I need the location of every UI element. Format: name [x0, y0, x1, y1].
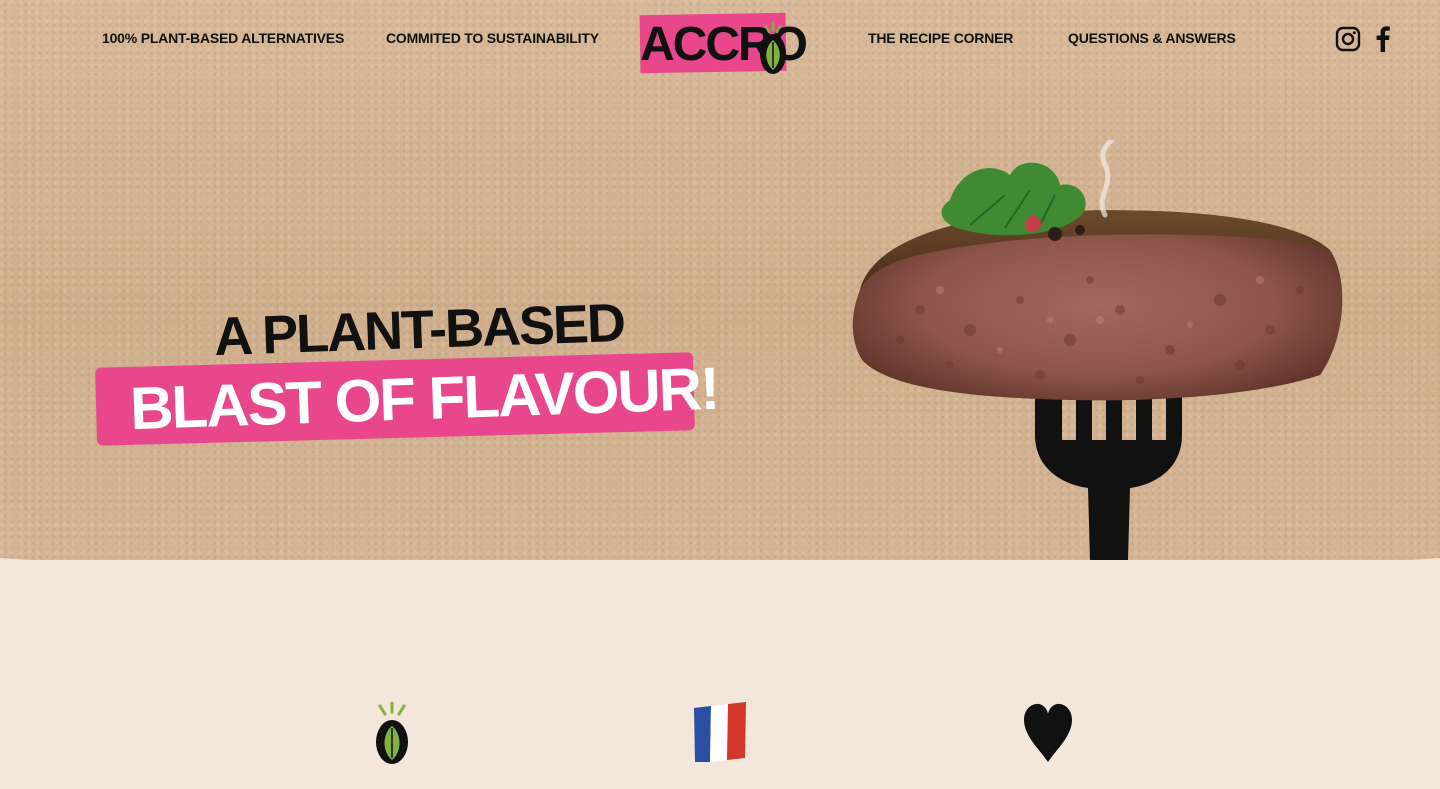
- french-flag-icon: [694, 702, 746, 762]
- nav-link-questions-answers[interactable]: Questions & Answers: [1068, 30, 1236, 50]
- plant-leaf-icon: [376, 702, 408, 764]
- facebook-icon[interactable]: [1370, 26, 1396, 52]
- nav-link-plant-based[interactable]: 100% Plant-based alternatives: [102, 30, 344, 50]
- parsley-garnish: [941, 162, 1086, 236]
- instagram-icon[interactable]: [1335, 26, 1361, 52]
- heart-icon: [1024, 703, 1072, 762]
- accro-logo[interactable]: ACCRO: [636, 8, 808, 74]
- plant-burger-on-fork-image: [852, 140, 1343, 560]
- leaf-icon: [760, 20, 786, 74]
- top-navigation: 100% Plant-based alternatives Commited t…: [0, 0, 1440, 80]
- nav-link-recipe-corner[interactable]: The recipe corner: [868, 30, 1013, 50]
- nav-link-sustainability[interactable]: Commited to sustainability: [386, 30, 599, 50]
